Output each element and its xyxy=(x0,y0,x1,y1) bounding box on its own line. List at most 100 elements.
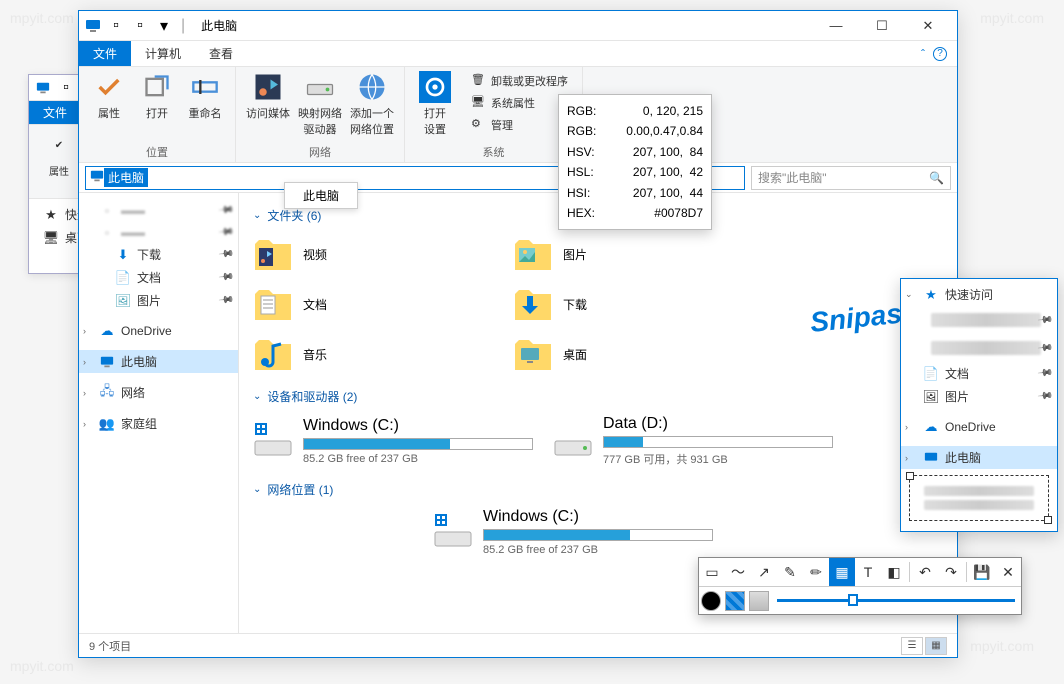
document-icon: 📄 xyxy=(115,270,131,286)
panel-thispc[interactable]: ›此电脑 xyxy=(901,446,1057,469)
mosaic-style[interactable] xyxy=(749,591,769,611)
tool-arrow[interactable]: ↗ xyxy=(751,558,777,586)
add-location-button[interactable]: 添加一个 网络位置 xyxy=(350,71,394,137)
mosaic-style[interactable] xyxy=(725,591,745,611)
panel-documents[interactable]: 📄文档 xyxy=(901,362,1057,385)
cloud-icon: ☁ xyxy=(923,419,939,435)
redo-button[interactable]: ↷ xyxy=(938,558,964,586)
map-drive-button[interactable]: 映射网络 驱动器 xyxy=(298,71,342,137)
open-button[interactable]: 打开 xyxy=(137,71,177,121)
nav-pane: ▫▬▬ ▫▬▬ ⬇下载 📄文档 🖼图片 ›☁OneDrive ›此电脑 ›🖧网络… xyxy=(79,193,239,633)
close-button[interactable]: ✕ xyxy=(995,558,1021,586)
network-icon: 🖧 xyxy=(99,385,115,401)
help-icon[interactable]: ? xyxy=(933,47,947,61)
panel-item[interactable] xyxy=(901,334,1057,362)
nav-thispc[interactable]: ›此电脑 xyxy=(79,350,238,373)
download-icon: ⬇ xyxy=(115,247,131,263)
qat-btn[interactable]: ▫ xyxy=(55,77,77,99)
drive-item[interactable]: Data (D:)777 GB 可用，共 931 GB xyxy=(553,415,833,467)
properties-button[interactable]: 属性 xyxy=(89,71,129,121)
manage-button[interactable]: ⚙管理 xyxy=(467,115,572,135)
qat-button[interactable]: ▫ xyxy=(105,15,127,37)
folder-item[interactable]: 音乐 xyxy=(253,334,493,374)
documents-folder-icon xyxy=(253,284,293,324)
desktop-icon: 🖥 xyxy=(43,230,59,246)
nav-item[interactable]: ▫▬▬ xyxy=(79,199,238,221)
star-icon: ★ xyxy=(43,207,59,223)
drive-item[interactable]: Windows (C:)85.2 GB free of 237 GB xyxy=(433,508,713,556)
tool-line[interactable]: 〜 xyxy=(725,558,751,586)
drive-icon xyxy=(553,421,593,461)
panel-onedrive[interactable]: ›☁OneDrive xyxy=(901,416,1057,438)
pc-icon xyxy=(90,169,104,186)
folder-item[interactable]: 文档 xyxy=(253,284,493,324)
picture-icon: 🖼 xyxy=(923,389,939,405)
system-properties-button[interactable]: 🖥系统属性 xyxy=(467,93,572,113)
save-button[interactable]: 💾 xyxy=(969,558,995,586)
nav-network[interactable]: ›🖧网络 xyxy=(79,381,238,404)
folder-item[interactable]: 桌面 xyxy=(513,334,753,374)
tab-view[interactable]: 查看 xyxy=(195,41,247,66)
open-icon xyxy=(141,71,173,103)
tab-file[interactable]: 文件 xyxy=(79,41,131,66)
nav-onedrive[interactable]: ›☁OneDrive xyxy=(79,320,238,342)
qat-button[interactable]: ▫ xyxy=(129,15,151,37)
panel-item[interactable] xyxy=(901,306,1057,334)
view-details-button[interactable]: ☰ xyxy=(901,637,923,655)
selection-handles[interactable] xyxy=(909,475,1049,521)
tab-file[interactable]: 文件 xyxy=(29,101,81,124)
tooltip: 此电脑 xyxy=(284,182,358,209)
nav-pictures[interactable]: 🖼图片 xyxy=(79,289,238,312)
panel-pictures[interactable]: 🖼图片 xyxy=(901,385,1057,408)
pc-icon xyxy=(85,18,101,34)
tool-rect[interactable]: ▭ xyxy=(699,558,725,586)
group-header-netloc[interactable]: ⌄网络位置 (1) xyxy=(253,481,943,498)
tool-mosaic[interactable]: ▦ xyxy=(829,558,855,586)
nav-downloads[interactable]: ⬇下载 xyxy=(79,243,238,266)
picture-icon: 🖼 xyxy=(115,293,131,309)
maximize-button[interactable]: ☐ xyxy=(859,11,905,41)
drive-icon xyxy=(253,421,293,461)
minimize-button[interactable]: — xyxy=(813,11,859,41)
collapse-ribbon-icon[interactable]: ˆ xyxy=(921,47,925,61)
nav-item[interactable]: ▫▬▬ xyxy=(79,221,238,243)
separator: | xyxy=(181,17,185,35)
chevron-right-icon: › xyxy=(83,357,86,367)
downloads-folder-icon xyxy=(513,284,553,324)
view-icons-button[interactable]: ▦ xyxy=(925,637,947,655)
group-header-drives[interactable]: ⌄设备和驱动器 (2) xyxy=(253,388,943,405)
close-button[interactable]: ✕ xyxy=(905,11,951,41)
drive-item[interactable]: Windows (C:)85.2 GB free of 237 GB xyxy=(253,415,533,467)
folder-item[interactable]: 图片 xyxy=(513,234,753,274)
uninstall-button[interactable]: 🗑卸载或更改程序 xyxy=(467,71,572,91)
properties-button[interactable]: ✔属性 xyxy=(39,129,79,178)
tab-computer[interactable]: 计算机 xyxy=(131,41,195,66)
access-media-button[interactable]: 访问媒体 xyxy=(246,71,290,137)
chevron-right-icon: › xyxy=(83,388,86,398)
tool-text[interactable]: T xyxy=(855,558,881,586)
nav-documents[interactable]: 📄文档 xyxy=(79,266,238,289)
drive-icon xyxy=(433,512,473,552)
gear-icon xyxy=(419,71,451,103)
chevron-down-icon: ⌄ xyxy=(905,289,913,300)
panel-quick[interactable]: ⌄★快速访问 xyxy=(901,283,1057,306)
folder-item[interactable]: 视频 xyxy=(253,234,493,274)
nav-homegroup[interactable]: ›👥家庭组 xyxy=(79,412,238,435)
undo-button[interactable]: ↶ xyxy=(912,558,938,586)
open-settings-button[interactable]: 打开 设置 xyxy=(415,71,455,137)
folder-item[interactable]: 下载 xyxy=(513,284,753,324)
qat-chevron[interactable]: ▾ xyxy=(153,15,175,37)
tool-pen[interactable]: ✎ xyxy=(777,558,803,586)
search-input[interactable]: 搜索"此电脑" 🔍 xyxy=(751,166,951,190)
color-swatch[interactable] xyxy=(701,591,721,611)
tool-marker[interactable]: ✏ xyxy=(803,558,829,586)
tool-eraser[interactable]: ◧ xyxy=(881,558,907,586)
cloud-icon: ☁ xyxy=(99,323,115,339)
search-placeholder: 搜索"此电脑" xyxy=(758,169,827,186)
address-text: 此电脑 xyxy=(104,168,148,187)
size-slider[interactable] xyxy=(777,599,1015,602)
snipaste-toolbar: ▭ 〜 ↗ ✎ ✏ ▦ T ◧ ↶ ↷ 💾 ✕ xyxy=(698,557,1022,615)
rename-button[interactable]: 重命名 xyxy=(185,71,225,121)
music-folder-icon xyxy=(253,334,293,374)
group-label: 位置 xyxy=(146,144,168,160)
